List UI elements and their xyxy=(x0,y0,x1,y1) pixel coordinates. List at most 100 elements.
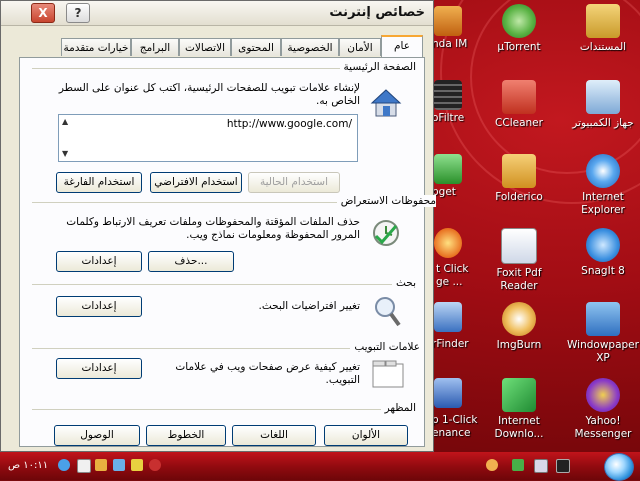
folder-tray-icon[interactable] xyxy=(131,459,143,471)
tabs-description: تغيير كيفية عرض صفحات ويب في علامات التب… xyxy=(120,361,360,387)
accessibility-button[interactable]: الوصول xyxy=(54,425,140,446)
desktop-icon-label: CCleaner xyxy=(495,117,543,129)
home-page-url: http://www.google.com/ xyxy=(226,118,352,130)
colors-button[interactable]: الألوان xyxy=(324,425,408,446)
desktop-icon-snagit[interactable]: SnagIt 8 xyxy=(566,228,640,278)
tab-security[interactable]: الأمان xyxy=(339,38,381,56)
arrow-down-icon xyxy=(434,154,462,184)
general-tab-page: الصفحة الرئيسية لإنشاء علامات تبويب للصف… xyxy=(19,57,436,447)
desktop-icon-idm[interactable]: Internet Downlo... xyxy=(482,378,556,441)
desktop-icon-ccleaner[interactable]: CCleaner xyxy=(482,80,556,130)
desktop-icon-label: جهاز الكمبيوتر xyxy=(572,117,634,129)
desktop-icon-label: Folderico xyxy=(495,191,543,203)
yahoo-icon xyxy=(586,378,620,412)
scroll-down-icon[interactable]: ▼ xyxy=(62,149,68,158)
help-button[interactable]: ? xyxy=(66,3,90,23)
desktop-icon-label: oFiltre xyxy=(432,112,465,124)
desktop-icon-label: enance xyxy=(432,427,471,439)
desktop-icon-documents[interactable]: المستندات xyxy=(566,4,640,54)
history-desc-line: حذف الملفات المؤقتة والمحفوظات وملفات تع… xyxy=(66,216,360,228)
tool-tray-icon[interactable] xyxy=(95,459,107,471)
desktop-icon-yahoo[interactable]: Yahoo! Messenger xyxy=(566,378,640,441)
history-desc-line: المرور المحفوظة ومعلومات نماذج ويب. xyxy=(186,229,360,241)
taskbar: ١٠:١١ ص xyxy=(0,452,640,481)
computer-icon xyxy=(586,80,620,114)
click-icon xyxy=(434,228,462,258)
group-divider xyxy=(32,284,412,285)
languages-button[interactable]: اللغات xyxy=(232,425,316,446)
filmstrip-icon xyxy=(434,80,462,110)
oneclick-icon xyxy=(434,378,462,408)
folder-icon xyxy=(586,4,620,38)
house-icon xyxy=(370,88,402,118)
history-settings-button[interactable]: إعدادات xyxy=(56,251,142,272)
group-divider xyxy=(32,409,412,410)
folderico-icon xyxy=(502,154,536,188)
windowpaper-icon xyxy=(586,302,620,336)
history-clock-icon xyxy=(370,218,402,248)
title-bar[interactable]: خصائص إنترنت X ? xyxy=(1,1,433,26)
tabs-desc-line: تغيير كيفية عرض صفحات ويب في علامات xyxy=(175,361,360,373)
desktop-icon-computer[interactable]: جهاز الكمبيوتر xyxy=(566,80,640,130)
browsing-history-group-title: محفوظات الاستعراض xyxy=(336,195,436,207)
desktop-icon-folderico[interactable]: Folderico xyxy=(482,154,556,204)
tab-connections[interactable]: الاتصالات xyxy=(179,38,231,56)
search-description: تغيير افتراضيات البحث. xyxy=(258,300,361,312)
desktop-icon-imgburn[interactable]: ImgBurn xyxy=(482,302,556,352)
snagit-icon xyxy=(586,228,620,262)
window-tray-icon[interactable] xyxy=(113,459,125,471)
tab-content[interactable]: المحتوى xyxy=(231,38,281,56)
taskbar-clock[interactable]: ١٠:١١ ص xyxy=(8,460,48,471)
browsing-history-description: حذف الملفات المؤقتة والمحفوظات وملفات تع… xyxy=(30,216,360,242)
magnifier-icon xyxy=(372,294,402,328)
home-page-desc-line: الخاص به. xyxy=(315,95,360,107)
desktop-icon-label: Yahoo! Messenger xyxy=(574,415,632,440)
use-blank-button[interactable]: استخدام الفارغة xyxy=(56,172,142,193)
start-button[interactable] xyxy=(604,453,634,481)
fonts-button[interactable]: الخطوط xyxy=(146,425,226,446)
desktop-icon-label: ImgBurn xyxy=(496,339,542,351)
desktop-icon-label: SnagIt 8 xyxy=(581,265,625,277)
scroll-up-icon[interactable]: ▲ xyxy=(62,117,68,126)
desktop-icon-label: nda IM xyxy=(432,38,468,50)
desktop-icon-label: Foxit Pdf Reader xyxy=(496,267,542,292)
desktop-icon-foxit[interactable]: Foxit Pdf Reader xyxy=(482,228,556,293)
internet-options-dialog: خصائص إنترنت X ? خيارات متقدمة البرامج ا… xyxy=(0,0,436,452)
console-tray-icon[interactable] xyxy=(556,459,570,473)
home-page-group-title: الصفحة الرئيسية xyxy=(339,61,416,73)
desktop-icon-label: t Click xyxy=(436,263,469,275)
close-button[interactable]: X xyxy=(31,3,55,23)
document-tray-icon[interactable] xyxy=(77,459,91,473)
tab-programs[interactable]: البرامج xyxy=(131,38,179,56)
network-icon[interactable] xyxy=(58,459,70,471)
desktop-icon-label: µTorrent xyxy=(497,41,541,53)
tabs-settings-button[interactable]: إعدادات xyxy=(56,358,142,379)
stop-tray-icon[interactable] xyxy=(149,459,161,471)
use-current-button[interactable]: استخدام الحالية xyxy=(248,172,340,193)
desktop-icon-label: rFinder xyxy=(432,338,469,350)
display-tray-icon[interactable] xyxy=(534,459,548,473)
quicklaunch-icon[interactable] xyxy=(486,459,498,471)
tabs-window-icon xyxy=(372,360,404,388)
tabs-group-title: علامات التبويب xyxy=(350,341,420,353)
desktop-icon-utorrent[interactable]: µTorrent xyxy=(482,4,556,54)
home-page-url-field[interactable]: http://www.google.com/ ▲ ▼ xyxy=(58,114,358,162)
search-settings-button[interactable]: إعدادات xyxy=(56,296,142,317)
desktop-icon-internet-explorer[interactable]: Internet Explorer xyxy=(566,154,640,217)
home-page-desc-line: لإنشاء علامات تبويب للصفحات الرئيسية، اك… xyxy=(58,82,360,94)
delete-history-button[interactable]: حذف... xyxy=(148,251,234,272)
utorrent-icon xyxy=(502,4,536,38)
im-icon xyxy=(434,6,462,36)
desktop-icon-label: Internet Explorer xyxy=(581,191,625,216)
tab-advanced[interactable]: خيارات متقدمة xyxy=(61,38,131,56)
finder-icon xyxy=(434,302,462,332)
dialog-title: خصائص إنترنت xyxy=(329,5,425,20)
tab-privacy[interactable]: الخصوصية xyxy=(281,38,339,56)
ccleaner-icon xyxy=(502,80,536,114)
download-tray-icon[interactable] xyxy=(512,459,524,471)
use-default-button[interactable]: استخدام الافتراضي xyxy=(150,172,242,193)
foxit-icon xyxy=(501,228,537,264)
tab-general[interactable]: عام xyxy=(381,35,423,57)
desktop-icon-windowpaper[interactable]: Windowpaper XP xyxy=(560,302,640,365)
desktop-icon-label: Internet Downlo... xyxy=(494,415,544,440)
